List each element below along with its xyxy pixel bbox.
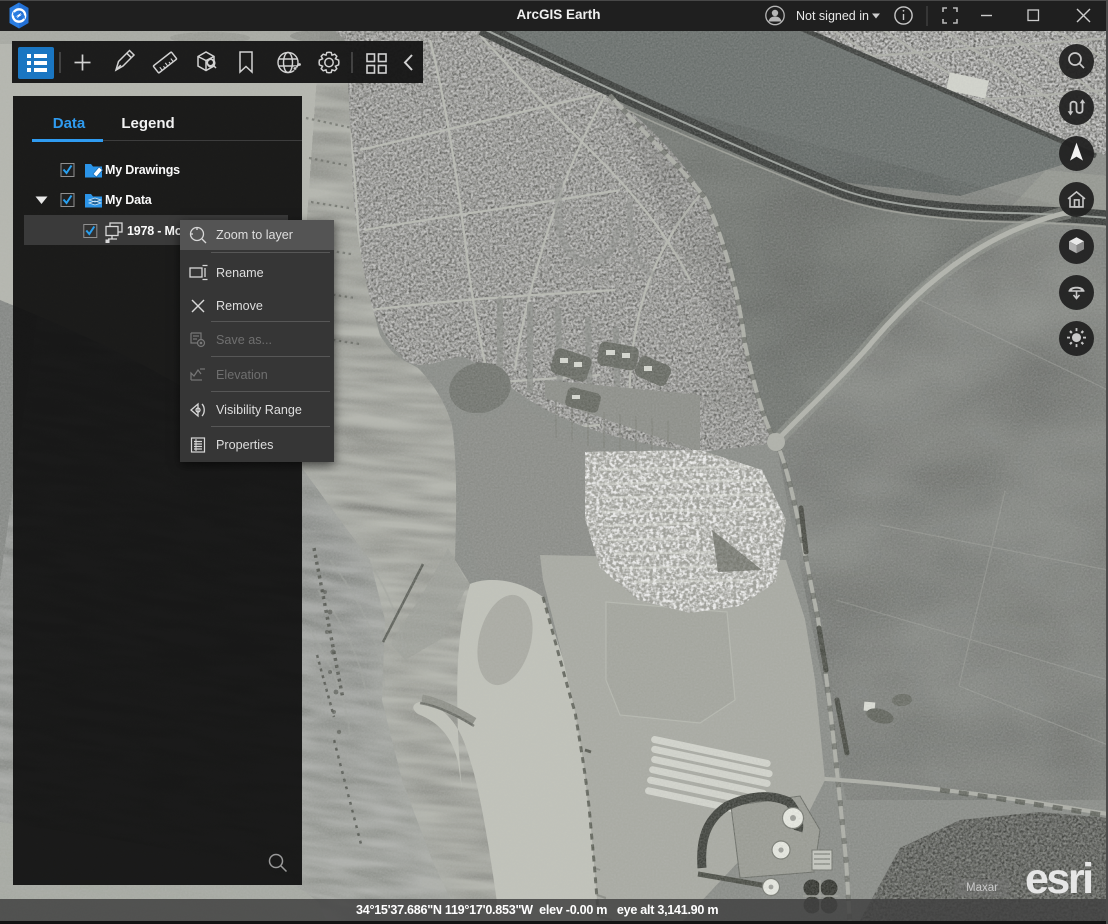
svg-text:Not signed in: Not signed in <box>796 9 869 23</box>
